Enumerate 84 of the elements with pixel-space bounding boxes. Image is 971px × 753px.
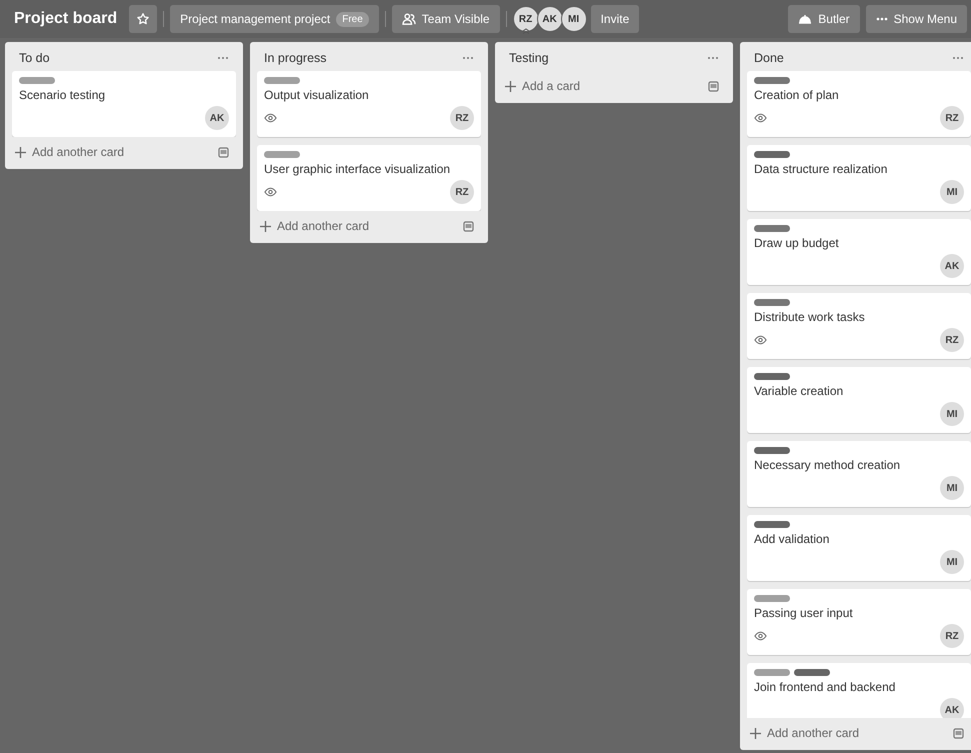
template-icon[interactable] xyxy=(463,220,474,232)
plus-icon xyxy=(15,146,26,158)
member-avatar[interactable]: RZ xyxy=(940,328,964,352)
member-avatar[interactable]: RZ xyxy=(940,624,964,648)
board-name-button[interactable]: Project management project Free xyxy=(170,5,379,33)
member-avatar[interactable]: RZ xyxy=(450,180,474,204)
add-card-button[interactable]: Add another card xyxy=(750,726,860,740)
card-label[interactable] xyxy=(264,77,300,84)
card-label[interactable] xyxy=(754,669,790,676)
more-icon[interactable] xyxy=(217,56,229,60)
member-avatar[interactable]: AK xyxy=(536,6,563,32)
member-avatar[interactable]: RZ xyxy=(512,6,539,32)
more-icon[interactable] xyxy=(707,56,719,60)
member-avatar[interactable]: RZ xyxy=(940,106,964,130)
card-label[interactable] xyxy=(264,151,300,158)
member-avatar[interactable]: RZ xyxy=(450,106,474,130)
board-title[interactable]: Project board xyxy=(8,10,124,28)
member-avatar[interactable]: MI xyxy=(560,6,587,32)
card-title: Creation of plan xyxy=(754,88,840,102)
task-card[interactable]: Distribute work tasks RZ xyxy=(747,293,971,359)
member-avatar[interactable]: AK xyxy=(940,698,964,718)
card-title: Add validation xyxy=(754,532,830,546)
member-avatar[interactable]: MI xyxy=(940,550,964,574)
card-title: Join frontend and backend xyxy=(754,680,896,694)
plus-icon xyxy=(750,728,761,738)
card-title: Necessary method creation xyxy=(754,458,902,472)
task-card[interactable]: Draw up budget AK xyxy=(747,219,971,285)
add-card-button[interactable]: Add a card xyxy=(505,79,580,93)
card-label[interactable] xyxy=(754,373,790,380)
card-label[interactable] xyxy=(754,447,790,454)
card-label[interactable] xyxy=(19,77,55,84)
member-avatar[interactable]: MI xyxy=(940,402,964,426)
bell-icon xyxy=(798,13,812,25)
template-icon[interactable] xyxy=(708,80,719,92)
list-title[interactable]: Testing xyxy=(509,51,549,65)
task-card[interactable]: Variable creation MI xyxy=(747,367,971,433)
task-card[interactable]: User graphic interface visualization RZ xyxy=(257,145,481,211)
invite-button[interactable]: Invite xyxy=(590,5,640,33)
more-icon xyxy=(876,17,888,21)
list-title[interactable]: In progress xyxy=(264,51,327,65)
task-card[interactable]: Necessary method creation MI xyxy=(747,441,971,507)
add-card-button[interactable]: Add another card xyxy=(15,145,124,159)
task-card[interactable]: Add validation MI xyxy=(747,515,971,581)
card-title: Output visualization xyxy=(264,88,370,102)
card-title: User graphic interface visualization xyxy=(264,162,452,176)
template-icon[interactable] xyxy=(953,728,964,738)
star-icon xyxy=(136,12,150,26)
template-icon[interactable] xyxy=(218,146,229,158)
card-label[interactable] xyxy=(754,151,790,158)
task-card[interactable]: Creation of plan RZ xyxy=(747,71,971,137)
add-card-button[interactable]: Add another card xyxy=(260,219,370,233)
member-avatar[interactable]: MI xyxy=(940,180,964,204)
card-label[interactable] xyxy=(754,299,790,306)
butler-button[interactable]: Butler xyxy=(788,5,860,33)
card-title: Distribute work tasks xyxy=(754,310,866,324)
plus-icon xyxy=(505,80,516,92)
visibility-button[interactable]: Team Visible xyxy=(392,5,500,33)
task-card[interactable]: Output visualization RZ xyxy=(257,71,481,137)
people-icon xyxy=(402,13,416,25)
list-title[interactable]: To do xyxy=(19,51,50,65)
card-label[interactable] xyxy=(754,77,790,84)
plan-badge: Free xyxy=(336,12,369,26)
task-card[interactable]: Scenario testing AK xyxy=(12,71,236,137)
card-label[interactable] xyxy=(754,595,790,602)
more-icon[interactable] xyxy=(952,56,964,60)
member-avatar[interactable]: AK xyxy=(940,254,964,278)
task-card[interactable]: Join frontend and backend AK xyxy=(747,663,971,718)
card-title: Draw up budget xyxy=(754,236,840,250)
star-button[interactable] xyxy=(129,5,158,33)
task-card[interactable]: Data structure realization MI xyxy=(747,145,971,211)
show-menu-button[interactable]: Show Menu xyxy=(866,5,967,33)
card-title: Variable creation xyxy=(754,384,844,398)
plus-icon xyxy=(260,220,271,232)
list-title[interactable]: Done xyxy=(754,51,784,65)
task-card[interactable]: Passing user input RZ xyxy=(747,589,971,655)
card-label[interactable] xyxy=(794,669,830,676)
card-title: Data structure realization xyxy=(754,162,888,176)
member-avatar[interactable]: MI xyxy=(940,476,964,500)
card-label[interactable] xyxy=(754,521,790,528)
more-icon[interactable] xyxy=(462,56,474,60)
card-title: Passing user input xyxy=(754,606,854,620)
card-title: Scenario testing xyxy=(19,88,106,102)
member-avatar[interactable]: AK xyxy=(205,106,229,130)
card-label[interactable] xyxy=(754,225,790,232)
